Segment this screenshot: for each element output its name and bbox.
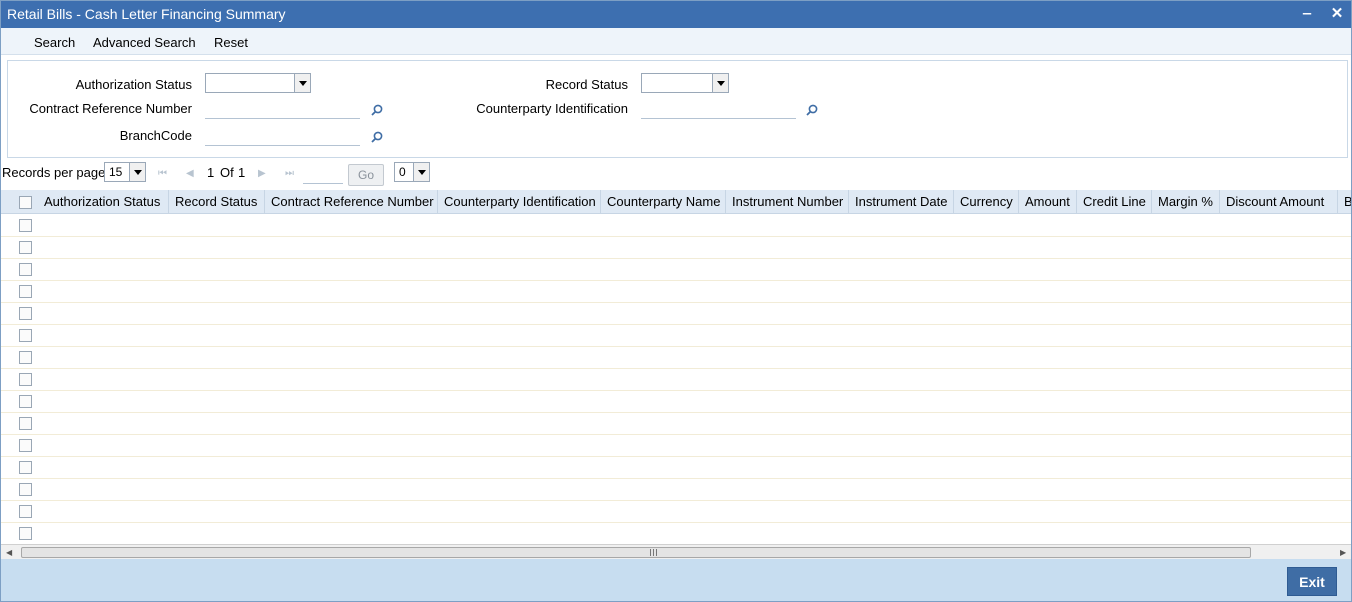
page-select[interactable]: 0 [394, 162, 430, 182]
results-grid: Authorization Status Record Status Contrac… [1, 190, 1351, 544]
table-row[interactable] [1, 303, 1351, 325]
close-icon[interactable]: ✕ [1327, 4, 1347, 24]
next-page-icon[interactable]: ▶ [258, 169, 268, 179]
row-checkbox[interactable] [19, 241, 32, 254]
total-pages: 1 [238, 165, 246, 180]
row-checkbox[interactable] [19, 461, 32, 474]
grid-header-row: Authorization Status Record Status Contrac… [1, 190, 1351, 214]
search-criteria-panel: Authorization Status Record Status Contr… [7, 60, 1348, 158]
goto-page-input[interactable] [303, 164, 343, 184]
scroll-left-icon[interactable]: ◀ [6, 548, 12, 557]
table-row[interactable] [1, 457, 1351, 479]
previous-page-icon[interactable]: ◀ [186, 169, 196, 179]
table-row[interactable] [1, 325, 1351, 347]
row-checkbox[interactable] [19, 329, 32, 342]
row-checkbox[interactable] [19, 483, 32, 496]
horizontal-scrollbar[interactable]: ◀ ▶ [1, 544, 1351, 559]
table-row[interactable] [1, 347, 1351, 369]
authorization-status-label: Authorization Status [75, 77, 192, 92]
chevron-down-icon [413, 163, 429, 181]
row-checkbox[interactable] [19, 527, 32, 540]
counterparty-identification-input[interactable] [641, 99, 796, 119]
column-header[interactable]: Instrument Number [726, 190, 849, 214]
exit-button[interactable]: Exit [1287, 567, 1337, 596]
contract-reference-input[interactable] [205, 99, 360, 119]
search-icon[interactable] [805, 103, 819, 117]
column-header[interactable]: Br [1338, 190, 1351, 214]
select-all-checkbox[interactable] [19, 196, 32, 209]
row-checkbox[interactable] [19, 351, 32, 364]
table-row[interactable] [1, 435, 1351, 457]
table-row[interactable] [1, 413, 1351, 435]
column-header[interactable]: Record Status [169, 190, 265, 214]
grip-icon [650, 549, 657, 556]
minimize-icon[interactable]: ‒ [1297, 4, 1317, 24]
branch-code-input[interactable] [205, 126, 360, 146]
row-checkbox[interactable] [19, 307, 32, 320]
advanced-search-menu-item[interactable]: Advanced Search [93, 35, 196, 50]
summary-window: Retail Bills - Cash Letter Financing Sum… [0, 0, 1352, 602]
contract-reference-label: Contract Reference Number [29, 101, 192, 116]
first-page-icon[interactable]: ⏮ [158, 169, 168, 179]
current-page: 1 [207, 165, 215, 180]
column-header[interactable]: Currency [954, 190, 1019, 214]
table-row[interactable] [1, 369, 1351, 391]
search-menu-item[interactable]: Search [34, 35, 75, 50]
search-icon[interactable] [370, 103, 384, 117]
footer-bar: Exit [1, 559, 1351, 601]
authorization-status-select[interactable] [205, 73, 311, 93]
table-row[interactable] [1, 523, 1351, 544]
menu-bar: Search Advanced Search Reset [1, 28, 1351, 55]
chevron-down-icon [712, 74, 728, 92]
column-header[interactable]: Counterparty Identification [438, 190, 601, 214]
reset-menu-item[interactable]: Reset [214, 35, 248, 50]
counterparty-identification-label: Counterparty Identification [476, 101, 628, 116]
column-header[interactable]: Authorization Status [38, 190, 169, 214]
scrollbar-thumb[interactable] [21, 547, 1251, 558]
pagination-bar: Records per page 15 ⏮ ◀ 1 Of 1 ▶ ⏭ Go 0 [1, 161, 1351, 187]
go-button[interactable]: Go [348, 164, 384, 186]
table-row[interactable] [1, 391, 1351, 413]
records-per-page-select[interactable]: 15 [104, 162, 146, 182]
row-checkbox[interactable] [19, 263, 32, 276]
row-checkbox[interactable] [19, 373, 32, 386]
table-row[interactable] [1, 237, 1351, 259]
row-checkbox[interactable] [19, 285, 32, 298]
column-header[interactable]: Credit Line [1077, 190, 1152, 214]
row-checkbox[interactable] [19, 505, 32, 518]
last-page-icon[interactable]: ⏭ [285, 169, 295, 179]
column-header[interactable]: Margin % [1152, 190, 1220, 214]
row-checkbox[interactable] [19, 219, 32, 232]
title-bar: Retail Bills - Cash Letter Financing Sum… [1, 1, 1351, 28]
chevron-down-icon [294, 74, 310, 92]
row-checkbox[interactable] [19, 439, 32, 452]
page-of-label: Of [220, 165, 234, 180]
table-row[interactable] [1, 281, 1351, 303]
scroll-right-icon[interactable]: ▶ [1340, 548, 1346, 557]
chevron-down-icon [129, 163, 145, 181]
table-row[interactable] [1, 259, 1351, 281]
column-header[interactable]: Discount Amount [1220, 190, 1338, 214]
column-header[interactable]: Contract Reference Number [265, 190, 438, 214]
row-checkbox[interactable] [19, 417, 32, 430]
table-row[interactable] [1, 479, 1351, 501]
record-status-label: Record Status [545, 77, 628, 92]
search-icon[interactable] [370, 130, 384, 144]
records-per-page-label: Records per page [2, 165, 106, 180]
column-header[interactable]: Instrument Date [849, 190, 954, 214]
row-checkbox[interactable] [19, 395, 32, 408]
table-row[interactable] [1, 215, 1351, 237]
column-header[interactable]: Counterparty Name [601, 190, 726, 214]
column-header[interactable]: Amount [1019, 190, 1077, 214]
table-row[interactable] [1, 501, 1351, 523]
record-status-select[interactable] [641, 73, 729, 93]
branch-code-label: BranchCode [119, 128, 192, 143]
window-title: Retail Bills - Cash Letter Financing Sum… [7, 6, 286, 22]
